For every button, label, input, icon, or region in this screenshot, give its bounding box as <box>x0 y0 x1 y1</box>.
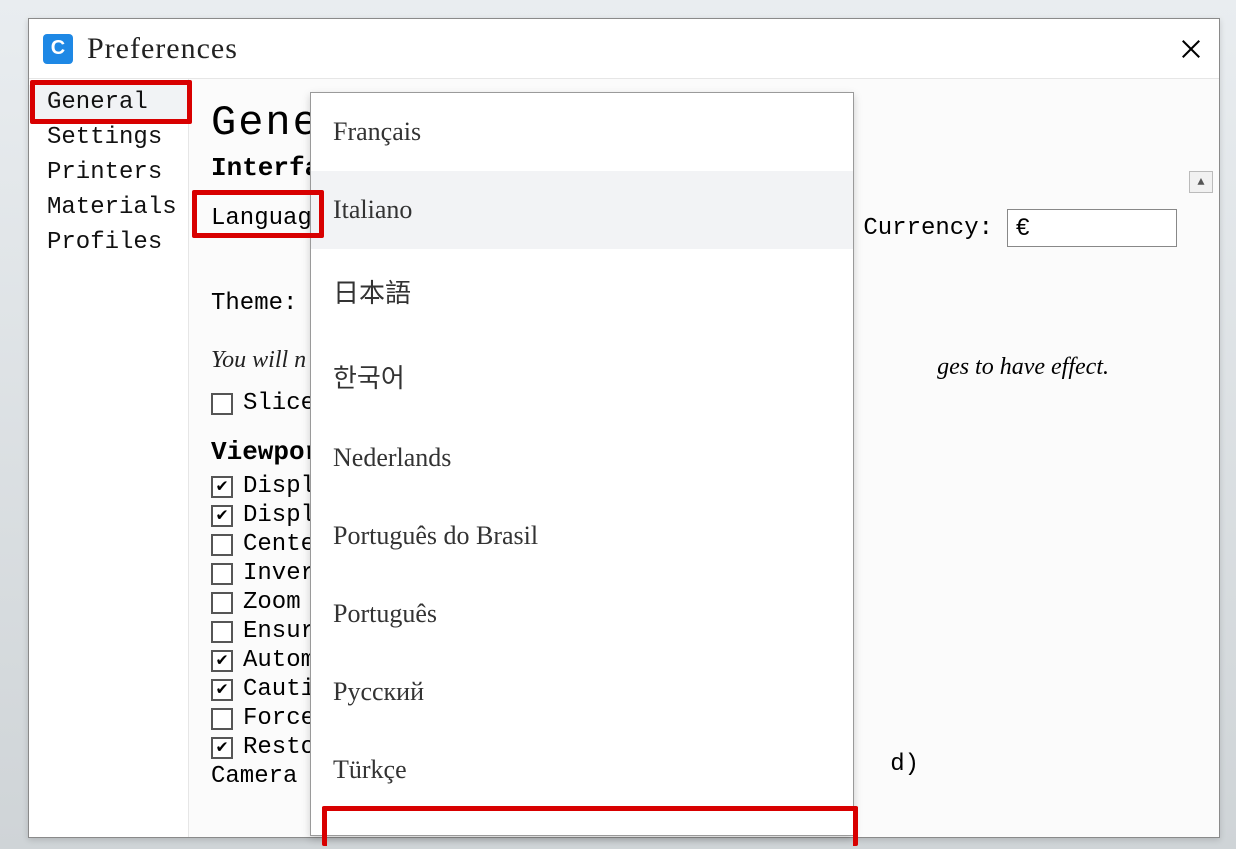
language-option[interactable]: Türkçe <box>311 731 853 809</box>
currency-label: Currency: <box>863 215 993 242</box>
sidebar-item-materials[interactable]: Materials <box>29 190 188 225</box>
sidebar-item-printers[interactable]: Printers <box>29 155 188 190</box>
viewport-checkbox[interactable] <box>211 505 233 527</box>
viewport-checkbox[interactable] <box>211 650 233 672</box>
viewport-checkbox[interactable] <box>211 476 233 498</box>
viewport-checkbox[interactable] <box>211 679 233 701</box>
close-button[interactable] <box>1177 35 1205 63</box>
sidebar-item-profiles[interactable]: Profiles <box>29 225 188 260</box>
checkbox-slice[interactable] <box>211 393 233 415</box>
language-option[interactable]: 日本語 <box>311 249 853 334</box>
language-option[interactable]: Nederlands <box>311 419 853 497</box>
scroll-up-icon[interactable]: ▲ <box>1189 171 1213 193</box>
restart-hint-left: You will n <box>211 347 306 373</box>
trail-d: d) <box>890 751 919 778</box>
app-icon: C <box>43 34 73 64</box>
language-option[interactable]: 한국어 <box>311 334 853 419</box>
close-icon <box>1180 38 1202 60</box>
viewport-checkbox[interactable] <box>211 534 233 556</box>
language-dropdown[interactable]: FrançaisItaliano日本語한국어NederlandsPortuguê… <box>310 92 854 836</box>
language-option[interactable]: Português do Brasil <box>311 497 853 575</box>
language-option[interactable]: Français <box>311 93 853 171</box>
currency-input[interactable] <box>1007 209 1177 247</box>
restart-hint-right: ges to have effect. <box>937 354 1109 381</box>
viewport-checkbox[interactable] <box>211 708 233 730</box>
sidebar: General Settings Printers Materials Prof… <box>29 79 189 837</box>
language-option[interactable]: Português <box>311 575 853 653</box>
sidebar-item-settings[interactable]: Settings <box>29 120 188 155</box>
viewport-checkbox[interactable] <box>211 621 233 643</box>
viewport-checkbox[interactable] <box>211 563 233 585</box>
titlebar: C Preferences <box>29 19 1219 79</box>
language-option[interactable]: Русский <box>311 653 853 731</box>
viewport-checkbox[interactable] <box>211 737 233 759</box>
viewport-checkbox[interactable] <box>211 592 233 614</box>
window-title: Preferences <box>87 32 238 66</box>
sidebar-item-general[interactable]: General <box>29 85 188 120</box>
language-option[interactable]: Italiano <box>311 171 853 249</box>
scrollbar[interactable]: ▲ <box>1189 171 1213 205</box>
language-option[interactable]: 简体中文 <box>311 809 853 836</box>
